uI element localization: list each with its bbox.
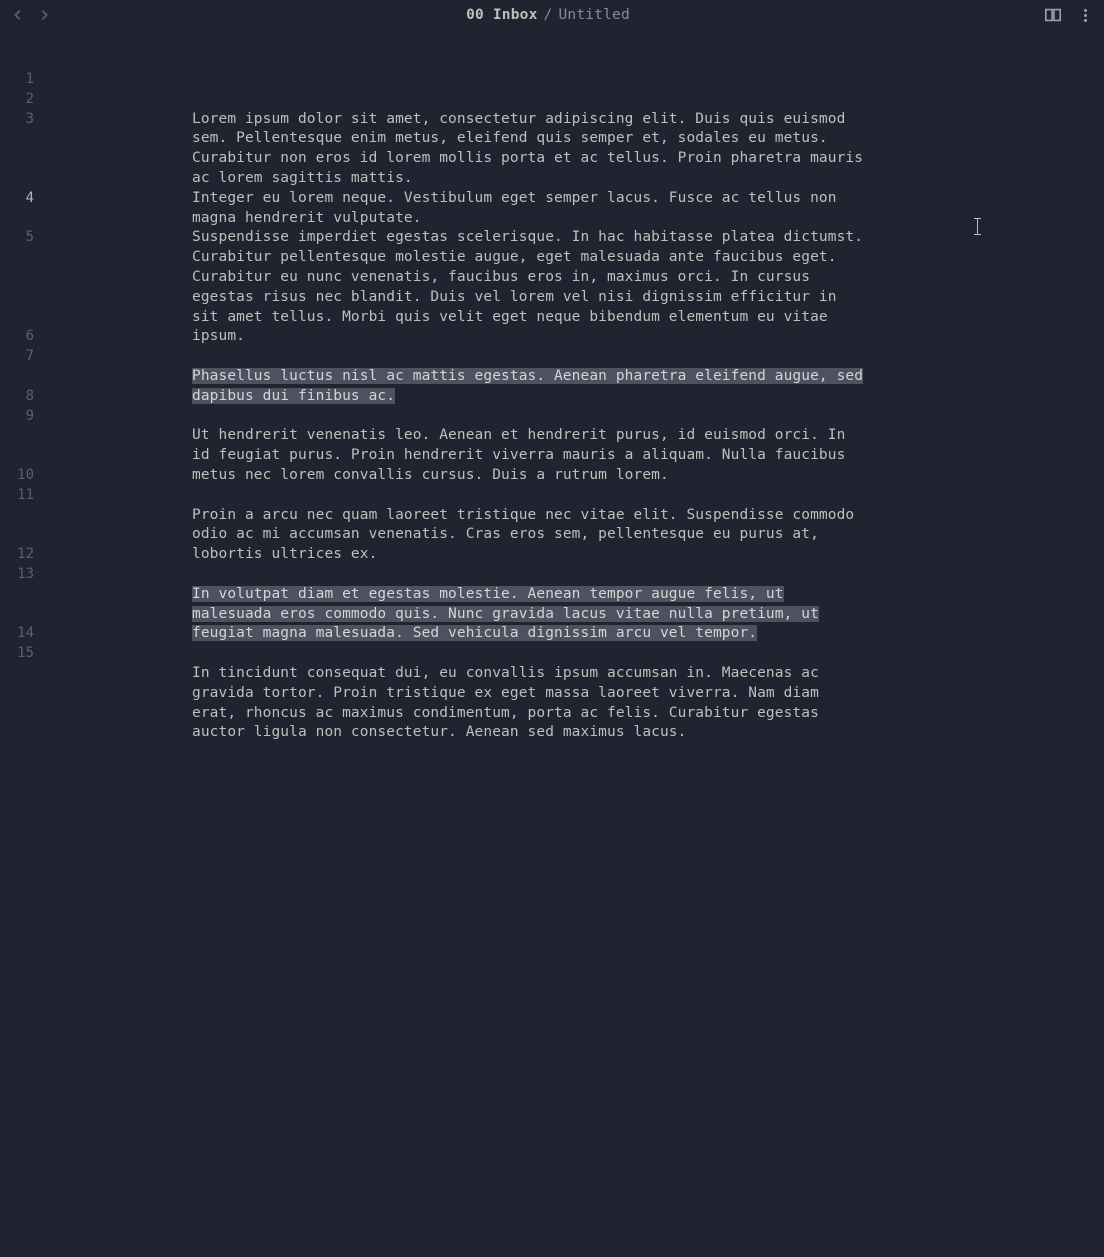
breadcrumb-title[interactable]: Untitled <box>558 7 629 23</box>
line-number: 12 <box>0 545 48 565</box>
line-number: 5 <box>0 228 48 327</box>
line-number: 15 <box>0 644 48 723</box>
editor-line[interactable]: Integer eu lorem neque. Vestibulum eget … <box>192 189 864 229</box>
editor-content[interactable]: Lorem ipsum dolor sit amet, consectetur … <box>48 30 1104 1257</box>
editor-line[interactable]: Lorem ipsum dolor sit amet, consectetur … <box>192 110 864 189</box>
nav-history <box>10 7 52 23</box>
titlebar-actions <box>1044 6 1094 24</box>
more-options-icon[interactable] <box>1076 6 1094 24</box>
text-cursor-icon <box>977 218 978 235</box>
line-number: 14 <box>0 624 48 644</box>
breadcrumb-separator: / <box>544 7 553 23</box>
editor-line[interactable] <box>192 486 864 506</box>
editor-line[interactable]: Phasellus luctus nisl ac mattis egestas.… <box>192 367 864 407</box>
line-number: 7 <box>0 347 48 387</box>
line-number-gutter: 123456789101112131415 <box>0 30 48 1257</box>
line-number: 11 <box>0 486 48 545</box>
editor-line[interactable]: In tincidunt consequat dui, eu convallis… <box>192 664 864 743</box>
editor-line[interactable]: Suspendisse imperdiet egestas scelerisqu… <box>192 228 864 347</box>
highlighted-text[interactable]: In volutpat diam et egestas molestie. Ae… <box>192 586 819 642</box>
editor[interactable]: 123456789101112131415 Lorem ipsum dolor … <box>0 30 1104 1257</box>
back-button[interactable] <box>10 7 26 23</box>
line-number: 8 <box>0 387 48 407</box>
line-number: 2 <box>0 90 48 110</box>
line-number: 3 <box>0 110 48 189</box>
line-number: 4 <box>0 189 48 229</box>
line-number: 6 <box>0 327 48 347</box>
line-number: 13 <box>0 565 48 624</box>
highlighted-text[interactable]: Phasellus luctus nisl ac mattis egestas.… <box>192 368 863 404</box>
editor-line[interactable]: Ut hendrerit venenatis leo. Aenean et he… <box>192 426 864 485</box>
editor-line[interactable]: In volutpat diam et egestas molestie. Ae… <box>192 585 864 644</box>
editor-line[interactable]: Proin a arcu nec quam laoreet tristique … <box>192 506 864 565</box>
line-number: 10 <box>0 466 48 486</box>
forward-button[interactable] <box>36 7 52 23</box>
editor-line[interactable] <box>192 90 864 110</box>
breadcrumb-folder[interactable]: 00 Inbox <box>466 7 537 23</box>
editor-line[interactable] <box>192 565 864 585</box>
editor-line[interactable] <box>192 347 864 367</box>
line-number: 9 <box>0 407 48 466</box>
breadcrumb[interactable]: 00 Inbox / Untitled <box>52 7 1044 23</box>
titlebar: 00 Inbox / Untitled <box>0 0 1104 30</box>
line-number: 1 <box>0 70 48 90</box>
editor-line[interactable] <box>192 644 864 664</box>
editor-line[interactable] <box>192 70 864 90</box>
reading-mode-icon[interactable] <box>1044 6 1062 24</box>
editor-line[interactable] <box>192 407 864 427</box>
